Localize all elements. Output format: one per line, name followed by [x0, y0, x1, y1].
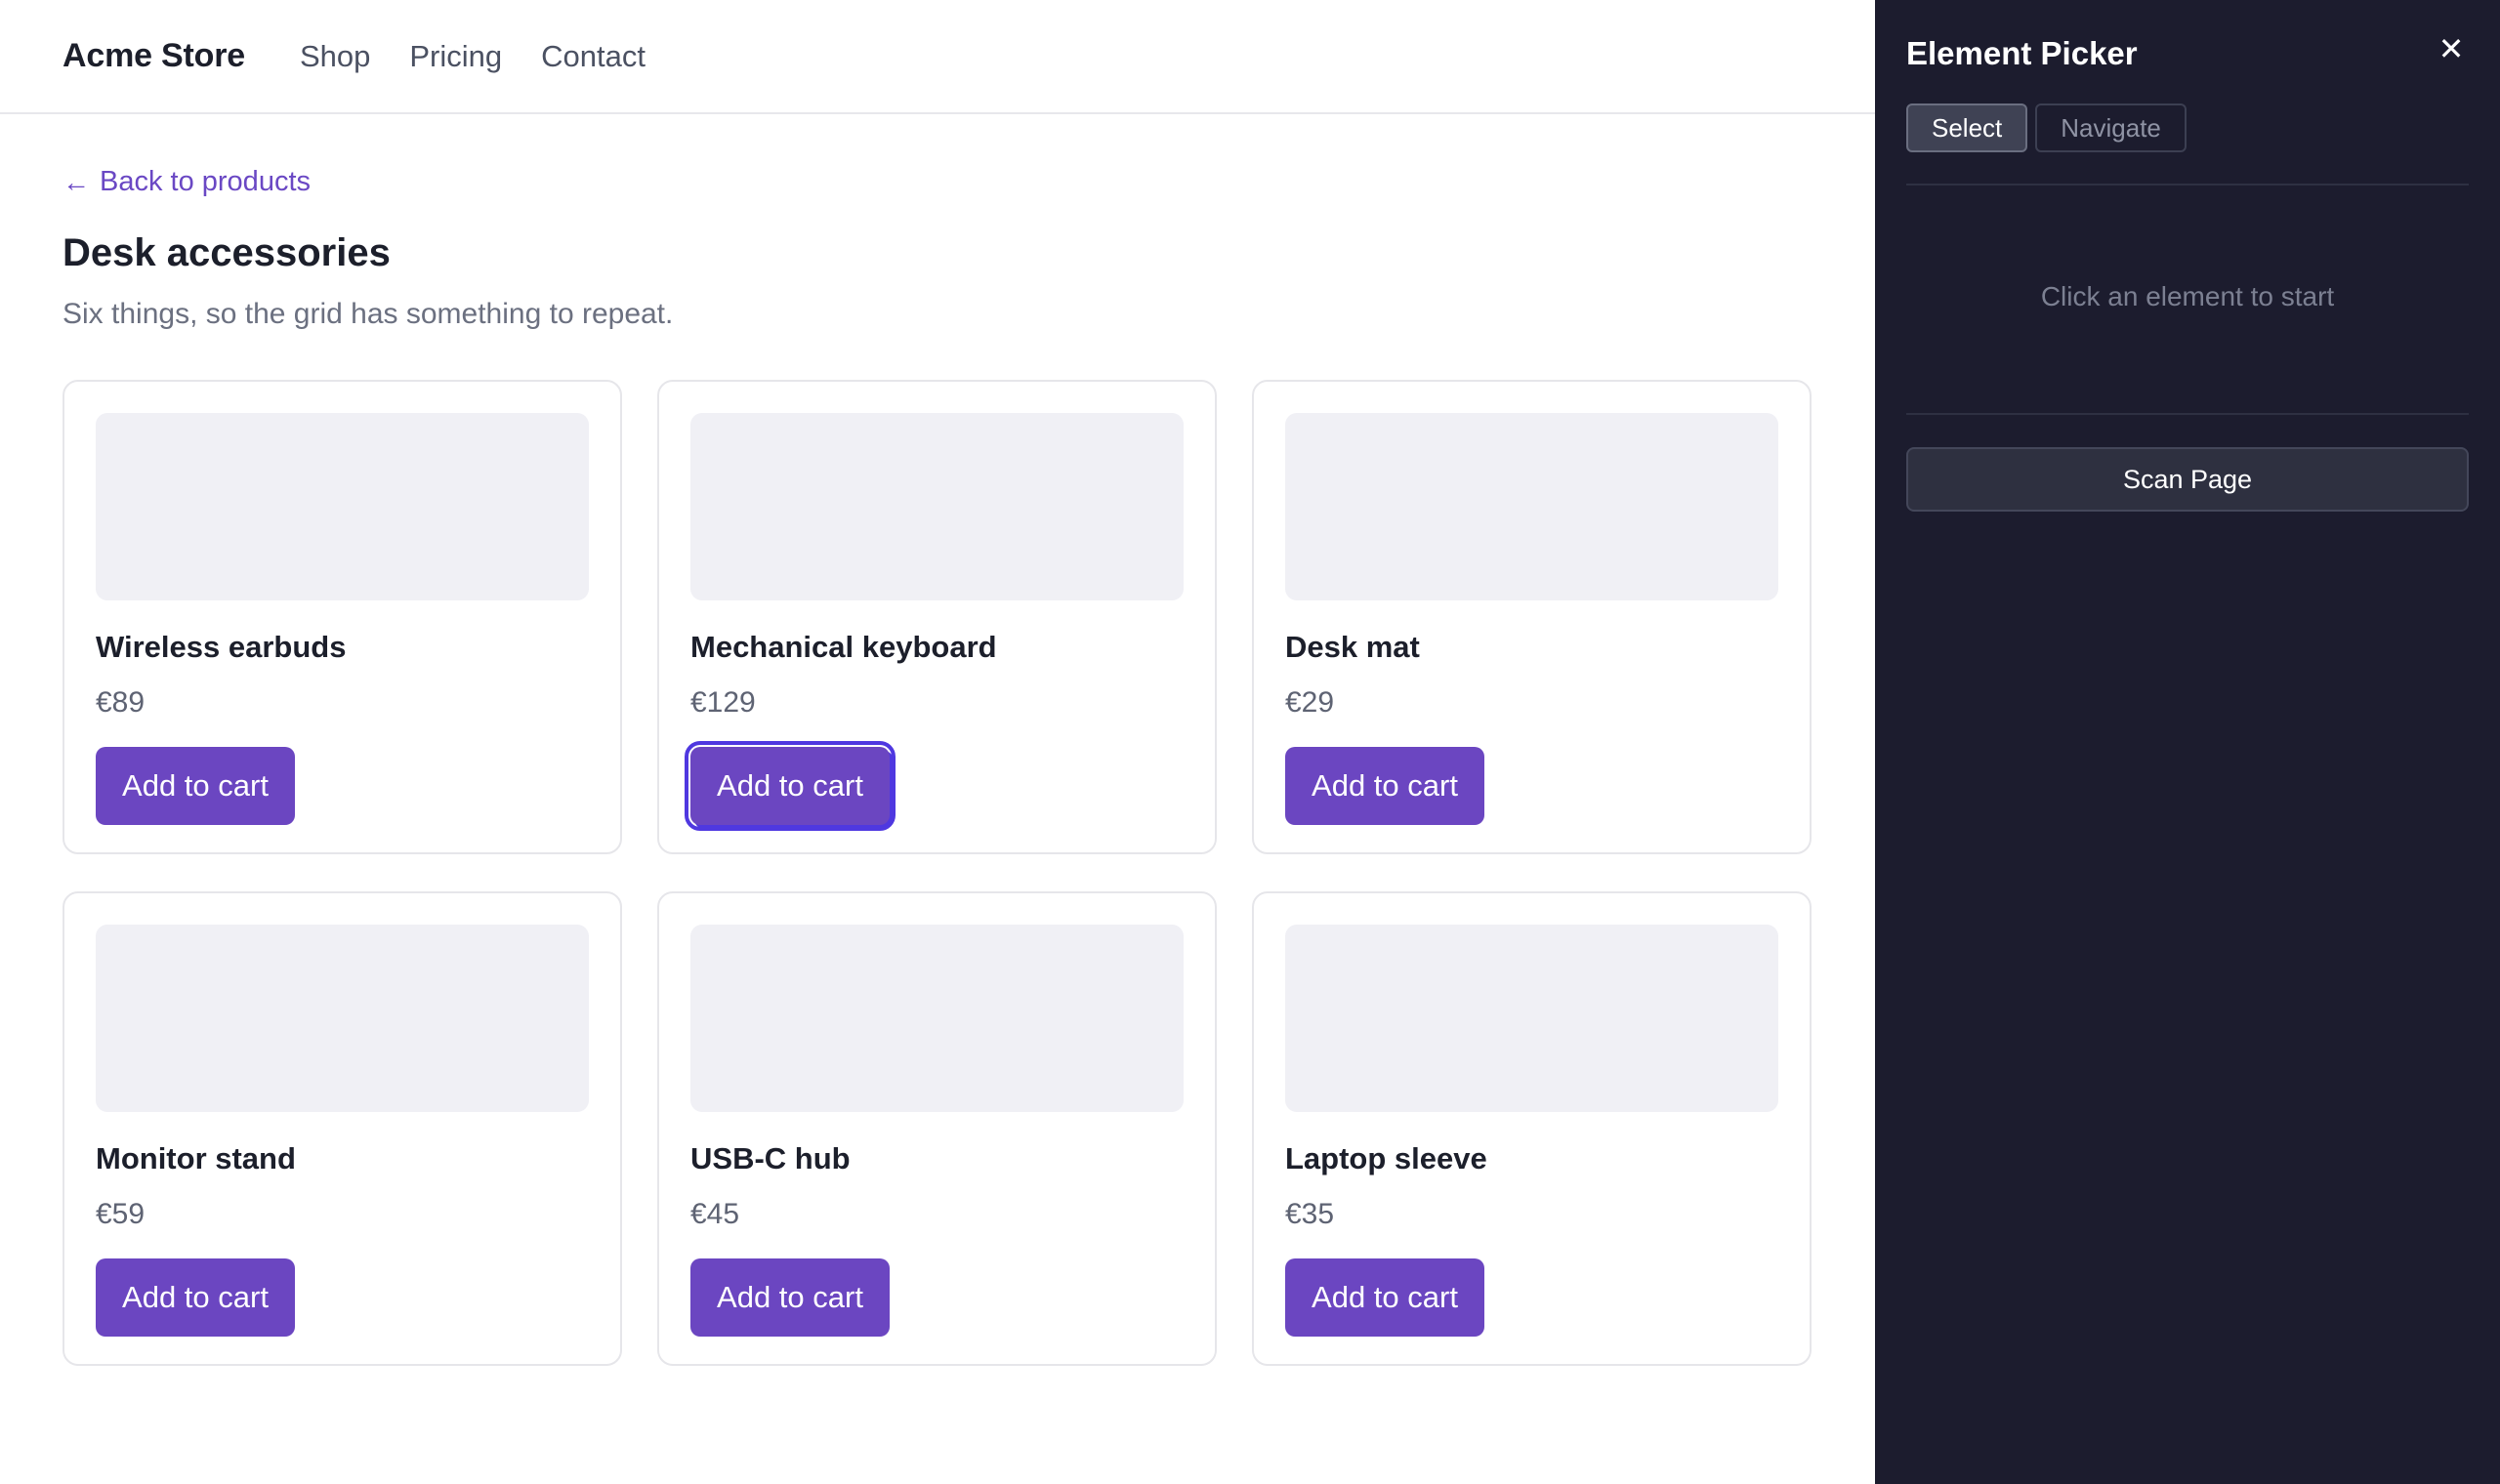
page-subtitle: Six things, so the grid has something to… — [62, 298, 674, 330]
add-to-cart-button[interactable]: Add to cart — [1285, 747, 1484, 825]
add-to-cart-button[interactable]: Add to cart — [690, 1258, 890, 1337]
add-to-cart-button-highlighted[interactable]: Add to cart — [685, 741, 896, 831]
product-price: €89 — [96, 686, 146, 719]
add-to-cart-button[interactable]: Add to cart — [96, 1258, 295, 1337]
top-navigation: Acme Store Shop Pricing Contact — [0, 0, 1875, 114]
picker-divider — [1906, 413, 2469, 415]
product-price: €45 — [690, 1198, 740, 1230]
product-name: USB-C hub — [690, 1141, 851, 1175]
nav-link-pricing[interactable]: Pricing — [409, 39, 502, 74]
product-price: €29 — [1285, 686, 1335, 719]
add-to-cart-button[interactable]: Add to cart — [1285, 1258, 1484, 1337]
product-price: €129 — [690, 686, 756, 719]
back-link-label: Back to products — [100, 166, 311, 197]
product-image-placeholder — [1285, 413, 1778, 600]
product-name: Monitor stand — [96, 1141, 296, 1175]
brand-logo[interactable]: Acme Store — [62, 37, 245, 75]
product-name: Wireless earbuds — [96, 630, 347, 664]
arrow-left-icon: ← — [62, 166, 90, 197]
back-to-products-link[interactable]: ← Back to products — [62, 166, 311, 198]
store-page: Acme Store Shop Pricing Contact ← Back t… — [0, 0, 1875, 1484]
product-image-placeholder — [690, 413, 1184, 600]
product-price: €59 — [96, 1198, 146, 1230]
page-title: Desk accessories — [62, 231, 391, 274]
product-name: Laptop sleeve — [1285, 1141, 1487, 1175]
product-price: €35 — [1285, 1198, 1335, 1230]
product-card: USB-C hub €45 Add to cart — [657, 891, 1217, 1366]
picker-mode-toggle: Select Navigate — [1906, 103, 2187, 152]
nav-links: Shop Pricing Contact — [300, 39, 646, 74]
app-window: Acme Store Shop Pricing Contact ← Back t… — [0, 0, 2500, 1484]
mode-select-button[interactable]: Select — [1906, 103, 2028, 152]
scan-page-button[interactable]: Scan Page — [1906, 447, 2469, 512]
product-card: Monitor stand €59 Add to cart — [62, 891, 622, 1366]
product-image-placeholder — [690, 925, 1184, 1112]
mode-navigate-button[interactable]: Navigate — [2035, 103, 2187, 152]
product-grid: Wireless earbuds €89 Add to cart Mechani… — [62, 380, 1812, 1366]
product-card: Desk mat €29 Add to cart — [1252, 380, 1812, 854]
product-name: Desk mat — [1285, 630, 1420, 664]
product-card: Laptop sleeve €35 Add to cart — [1252, 891, 1812, 1366]
product-image-placeholder — [96, 925, 589, 1112]
product-card: Mechanical keyboard €129 Add to cart — [657, 380, 1217, 854]
close-icon[interactable]: ✕ — [2434, 31, 2469, 66]
product-name: Mechanical keyboard — [690, 630, 997, 664]
product-image-placeholder — [96, 413, 589, 600]
product-image-placeholder — [1285, 925, 1778, 1112]
picker-divider — [1906, 184, 2469, 186]
product-card: Wireless earbuds €89 Add to cart — [62, 380, 622, 854]
nav-link-shop[interactable]: Shop — [300, 39, 370, 74]
element-picker-panel: Element Picker ✕ Select Navigate Click a… — [1875, 0, 2500, 1484]
picker-empty-message: Click an element to start — [2040, 281, 2335, 311]
add-to-cart-button[interactable]: Add to cart — [96, 747, 295, 825]
picker-title: Element Picker — [1906, 35, 2138, 71]
nav-link-contact[interactable]: Contact — [541, 39, 646, 74]
